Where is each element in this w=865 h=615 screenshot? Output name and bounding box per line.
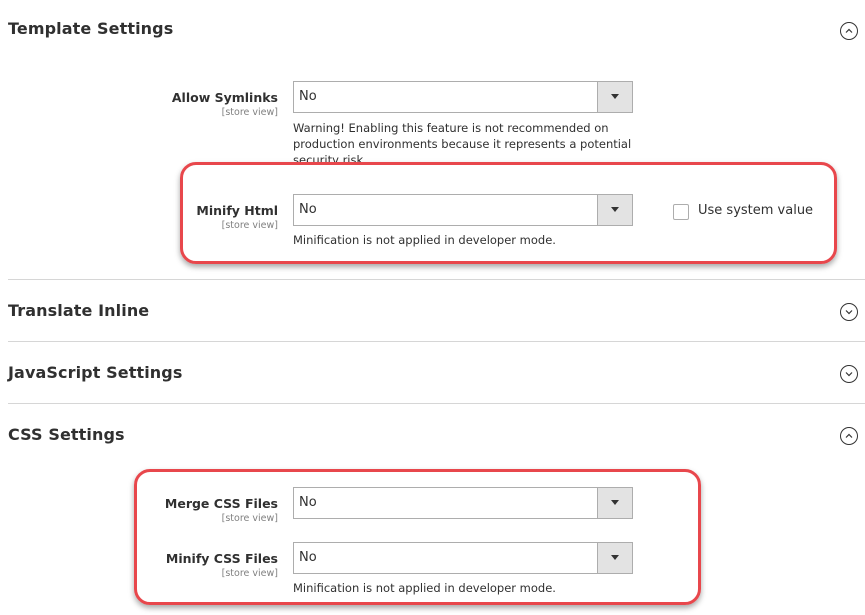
section-divider	[8, 341, 865, 342]
dropdown-arrow-icon[interactable]	[597, 82, 632, 112]
merge-css-label: Merge CSS Files	[164, 496, 278, 511]
merge-css-value: No	[299, 495, 317, 510]
dropdown-arrow-icon[interactable]	[597, 488, 632, 518]
use-system-value-checkbox[interactable]	[673, 204, 689, 220]
allow-symlinks-select[interactable]: No	[293, 81, 633, 113]
minify-css-label: Minify CSS Files	[165, 551, 278, 566]
use-system-value-label[interactable]: Use system value	[698, 203, 813, 218]
allow-symlinks-scope: [store view]	[221, 107, 278, 118]
section-title-javascript-settings[interactable]: JavaScript Settings	[8, 363, 182, 382]
minify-html-label: Minify Html	[196, 203, 278, 218]
minify-html-scope: [store view]	[221, 220, 278, 231]
allow-symlinks-value: No	[299, 89, 317, 104]
section-title-css-settings[interactable]: CSS Settings	[8, 425, 125, 444]
chevron-down-icon[interactable]	[840, 365, 858, 383]
chevron-down-icon[interactable]	[840, 303, 858, 321]
dropdown-arrow-icon[interactable]	[597, 543, 632, 573]
minify-css-select[interactable]: No	[293, 542, 633, 574]
section-title-template-settings[interactable]: Template Settings	[8, 19, 173, 38]
section-title-translate-inline[interactable]: Translate Inline	[8, 301, 149, 320]
minify-css-note: Minification is not applied in developer…	[293, 581, 556, 595]
minify-css-value: No	[299, 550, 317, 565]
section-divider	[8, 279, 865, 280]
merge-css-select[interactable]: No	[293, 487, 633, 519]
allow-symlinks-label: Allow Symlinks	[171, 90, 278, 105]
merge-css-scope: [store view]	[221, 513, 278, 524]
minify-html-value: No	[299, 202, 317, 217]
minify-html-select[interactable]: No	[293, 194, 633, 226]
minify-css-scope: [store view]	[221, 568, 278, 579]
allow-symlinks-warning: Warning! Enabling this feature is not re…	[293, 121, 632, 164]
section-divider	[8, 403, 865, 404]
chevron-up-icon[interactable]	[840, 22, 858, 40]
chevron-up-icon[interactable]	[840, 427, 858, 445]
dropdown-arrow-icon[interactable]	[597, 195, 632, 225]
minify-html-note: Minification is not applied in developer…	[293, 233, 556, 247]
